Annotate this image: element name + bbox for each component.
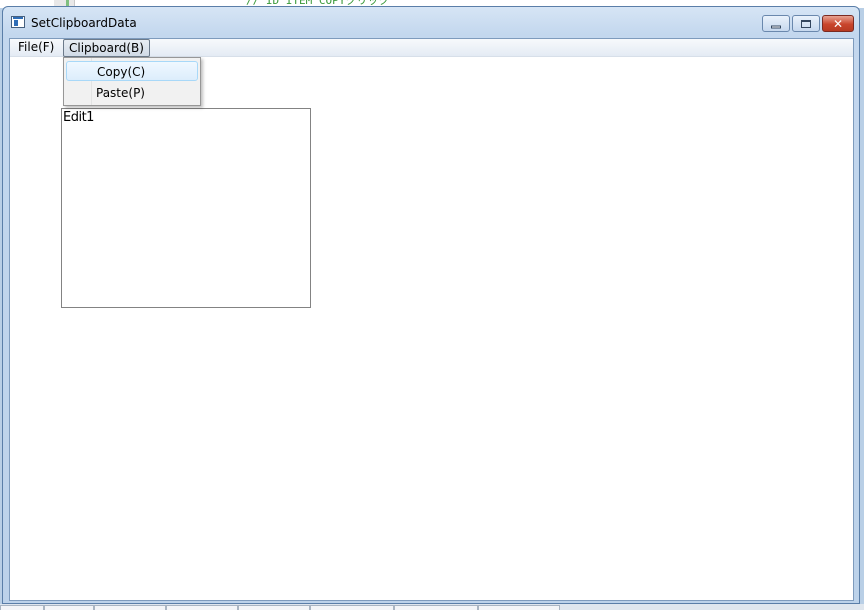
taskbar-tab[interactable] [94, 605, 166, 610]
taskbar-tab[interactable] [478, 605, 560, 610]
menu-file[interactable]: File(F) [13, 39, 59, 57]
client-area: File(F) Clipboard(B) Edit1 Copy(C) Paste… [9, 38, 854, 601]
taskbar-strip [0, 604, 864, 610]
taskbar-tab[interactable] [0, 605, 44, 610]
minimize-icon [771, 25, 781, 28]
caption-buttons: ✕ [762, 15, 854, 33]
title-bar[interactable]: SetClipboardData ✕ [3, 7, 859, 37]
maximize-button[interactable] [792, 15, 820, 32]
taskbar-tab[interactable] [238, 605, 310, 610]
window-title: SetClipboardData [31, 16, 137, 30]
app-window-icon[interactable] [11, 16, 25, 28]
taskbar-tab[interactable] [394, 605, 478, 610]
edit-control[interactable]: Edit1 [61, 108, 311, 308]
menu-item-copy[interactable]: Copy(C) [66, 61, 198, 81]
maximize-icon [801, 19, 811, 28]
close-button[interactable]: ✕ [822, 15, 854, 32]
app-window: SetClipboardData ✕ File(F) Clipboard(B) … [2, 6, 860, 604]
clipboard-menu-dropdown: Copy(C) Paste(P) [63, 57, 201, 106]
taskbar-tab[interactable] [310, 605, 394, 610]
menu-bar: File(F) Clipboard(B) [10, 39, 853, 57]
menu-item-paste[interactable]: Paste(P) [66, 83, 198, 103]
taskbar-tab[interactable] [166, 605, 238, 610]
edit-text: Edit1 [63, 110, 94, 125]
close-icon: ✕ [832, 16, 844, 31]
minimize-button[interactable] [762, 15, 790, 32]
menu-clipboard[interactable]: Clipboard(B) [63, 39, 150, 57]
taskbar-tab[interactable] [44, 605, 94, 610]
